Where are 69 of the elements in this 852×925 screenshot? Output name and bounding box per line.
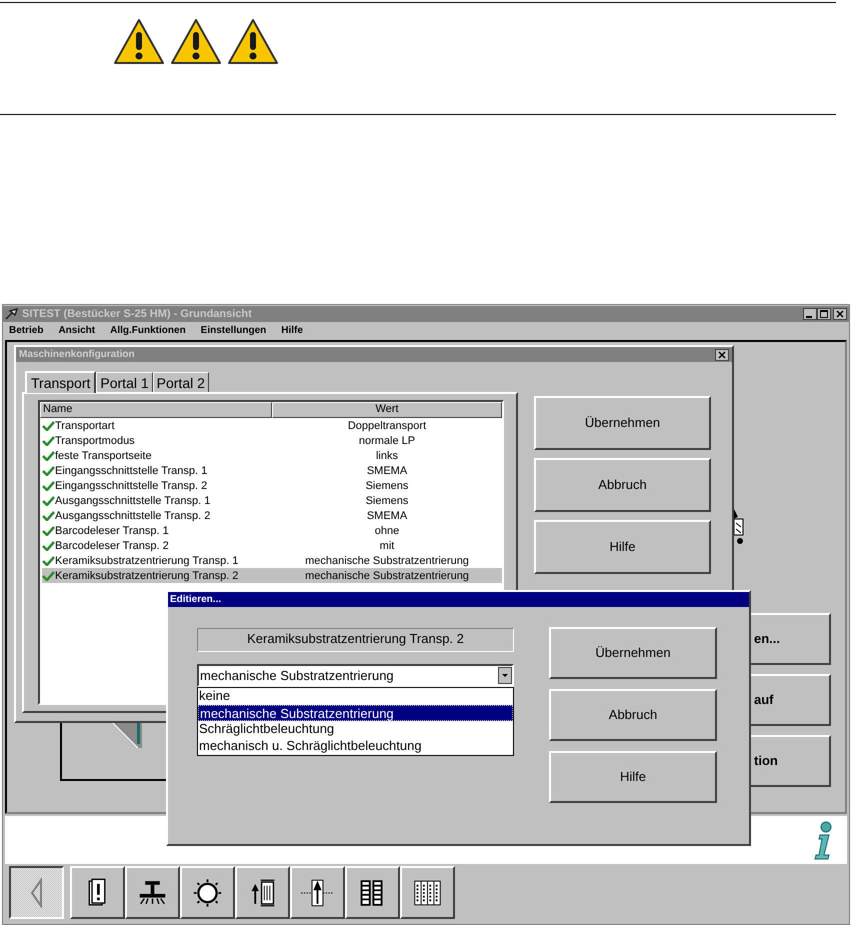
setting-name: Barcodeleser Transp. 2 [55, 538, 170, 552]
close-button[interactable] [833, 308, 847, 320]
warning-icon [170, 18, 222, 65]
maximize-button[interactable] [817, 308, 831, 320]
dialog-title: Maschinenkonfiguration [19, 348, 135, 362]
setting-name: Transportart [55, 418, 116, 432]
check-icon [42, 570, 55, 581]
check-icon [42, 540, 55, 551]
setting-value: Siemens [364, 494, 410, 508]
setting-name: Barcodeleser Transp. 1 [55, 524, 170, 538]
setting-value: mechanische Substratzentrierung [304, 568, 470, 582]
setting-value: SMEMA [366, 508, 408, 522]
minimize-button[interactable] [803, 308, 817, 320]
setting-value: mit [378, 538, 396, 552]
dialog-button[interactable]: Übernehmen [549, 627, 717, 679]
window-title: SITEST (Bestücker S-25 HM) - Grundansicht [22, 306, 252, 322]
dialog-button[interactable]: Hilfe [534, 520, 711, 574]
setting-name: Keramiksubstratzentrierung Transp. 1 [55, 554, 240, 568]
menu-item[interactable]: Betrieb [9, 322, 44, 338]
setting-name: Ausgangsschnittstelle Transp. 1 [55, 494, 212, 508]
dialog-button[interactable]: Abbruch [534, 458, 711, 512]
check-icon [42, 510, 55, 521]
warning-icon [113, 18, 165, 65]
column-header[interactable]: Name [40, 402, 272, 418]
dropdown-option[interactable]: mechanisch u. Schräglichtbeleuchtung [198, 738, 513, 754]
tool-icon [5, 308, 19, 320]
check-icon [42, 555, 55, 566]
setting-value: links [374, 448, 399, 462]
check-icon [42, 495, 55, 506]
check-icon [42, 465, 55, 476]
menu-item[interactable]: Einstellungen [200, 322, 266, 338]
setting-name: Eingangsschnittstelle Transp. 1 [55, 464, 208, 478]
setting-value: mechanische Substratzentrierung [304, 554, 470, 568]
dropdown-field[interactable]: mechanische Substratzentrierung [197, 664, 514, 687]
dialog-button[interactable]: Übernehmen [534, 396, 711, 450]
toolbar-button[interactable] [9, 866, 64, 919]
setting-name: Transportmodus [55, 434, 136, 448]
check-icon [42, 435, 55, 446]
dropdown-option[interactable]: mechanische Substratzentrierung [198, 704, 513, 721]
menu-item[interactable]: Ansicht [58, 322, 96, 338]
dialog-button[interactable]: Hilfe [549, 751, 717, 803]
check-icon [42, 450, 55, 461]
tab[interactable]: Transport [25, 371, 96, 393]
setting-value: ohne [374, 524, 400, 538]
field-label: Keramiksubstratzentrierung Transp. 2 [197, 628, 514, 652]
setting-name: feste Transportseite [55, 448, 153, 462]
menu-item[interactable]: Hilfe [281, 322, 303, 338]
tab[interactable]: Portal 2 [152, 372, 209, 392]
setting-value: Doppeltransport [346, 418, 428, 432]
setting-value: SMEMA [366, 464, 408, 478]
check-icon [42, 420, 55, 431]
tab[interactable]: Portal 1 [96, 372, 153, 392]
list-row[interactable]: Keramiksubstratzentrierung Transp. 2 mechanische Substratzentrierung [42, 568, 502, 583]
setting-name: Eingangsschnittstelle Transp. 2 [55, 478, 208, 492]
setting-name: Keramiksubstratzentrierung Transp. 2 [55, 568, 240, 582]
dialog-button[interactable]: Abbruch [549, 689, 717, 741]
menu-item[interactable]: Allg.Funktionen [110, 322, 186, 338]
warning-icon [227, 18, 279, 65]
close-button[interactable] [715, 348, 729, 360]
setting-name: Ausgangsschnittstelle Transp. 2 [55, 508, 212, 522]
setting-value: Siemens [364, 478, 410, 492]
check-icon [42, 525, 55, 536]
dialog-title: Editieren... [170, 593, 222, 607]
dropdown-option[interactable]: keine [198, 688, 513, 704]
back-arrow-icon [30, 878, 43, 908]
setting-value: normale LP [358, 434, 416, 448]
check-icon [42, 480, 55, 491]
column-header[interactable]: Wert [272, 402, 502, 418]
dropdown-option[interactable]: Schräglichtbeleuchtung [198, 721, 513, 738]
